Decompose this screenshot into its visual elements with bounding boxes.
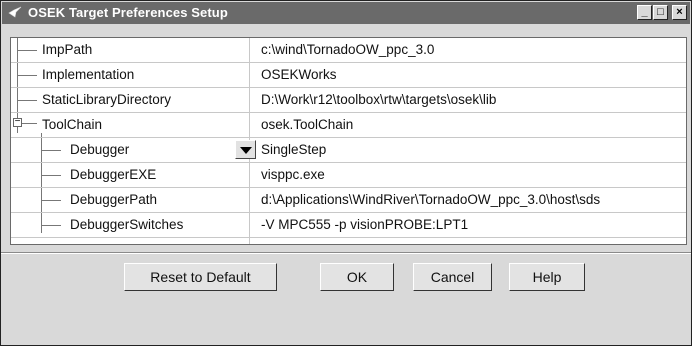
tree-line	[22, 123, 37, 124]
dialog-window: OSEK Target Preferences Setup _ □ × ImpP…	[0, 0, 692, 346]
tree-line	[41, 200, 61, 201]
help-button[interactable]: Help	[509, 263, 585, 291]
preferences-tree-table: ImpPath c:\wind\TornadoOW_ppc_3.0 Implem…	[10, 37, 687, 245]
separator-highlight	[1, 253, 691, 254]
reset-to-default-button[interactable]: Reset to Default	[124, 263, 277, 291]
minimize-button[interactable]: _	[637, 5, 652, 20]
debugger-dropdown-button[interactable]	[235, 140, 256, 159]
tree-line	[17, 75, 37, 76]
property-name: Implementation	[42, 67, 135, 82]
matlab-arrow-icon	[8, 6, 22, 18]
close-button[interactable]: ×	[672, 5, 687, 20]
property-name: Debugger	[70, 142, 130, 157]
table-row[interactable]: DebuggerPath d:\Applications\WindRiver\T…	[11, 188, 686, 213]
table-row[interactable]: Implementation OSEKWorks	[11, 63, 686, 88]
property-name: StaticLibraryDirectory	[42, 92, 172, 107]
table-row[interactable]: DebuggerEXE visppc.exe	[11, 163, 686, 188]
cancel-button[interactable]: Cancel	[413, 263, 492, 291]
property-value[interactable]: D:\Work\r12\toolbox\rtw\targets\osek\lib	[261, 92, 496, 107]
property-value[interactable]: osek.ToolChain	[261, 117, 353, 132]
property-value[interactable]: OSEKWorks	[261, 67, 337, 82]
property-value[interactable]: d:\Applications\WindRiver\TornadoOW_ppc_…	[261, 192, 600, 207]
property-name: DebuggerPath	[70, 192, 158, 207]
window-title: OSEK Target Preferences Setup	[28, 5, 228, 20]
maximize-button[interactable]: □	[653, 5, 668, 20]
property-value[interactable]: visppc.exe	[261, 167, 325, 182]
tree-line	[41, 150, 61, 151]
tree-line	[17, 100, 37, 101]
table-row[interactable]: StaticLibraryDirectory D:\Work\r12\toolb…	[11, 88, 686, 113]
property-name: ImpPath	[42, 42, 93, 57]
property-name: DebuggerSwitches	[70, 217, 184, 232]
table-row[interactable]: ImpPath c:\wind\TornadoOW_ppc_3.0	[11, 38, 686, 63]
tree-line	[41, 225, 61, 226]
property-value[interactable]: -V MPC555 -p visionPROBE:LPT1	[261, 217, 468, 232]
property-value[interactable]: c:\wind\TornadoOW_ppc_3.0	[261, 42, 434, 57]
property-value[interactable]: SingleStep	[261, 142, 326, 157]
ok-button[interactable]: OK	[320, 263, 394, 291]
table-row[interactable]: − ToolChain osek.ToolChain	[11, 113, 686, 138]
title-bar[interactable]: OSEK Target Preferences Setup _ □ ×	[2, 2, 690, 24]
collapse-toggle[interactable]: −	[13, 117, 22, 127]
table-row[interactable]: DebuggerSwitches -V MPC555 -p visionPROB…	[11, 213, 686, 238]
property-name: ToolChain	[42, 117, 103, 132]
table-row[interactable]: Debugger SingleStep	[11, 138, 686, 163]
tree-line	[17, 50, 37, 51]
property-name: DebuggerEXE	[70, 167, 157, 182]
tree-line	[41, 175, 61, 176]
